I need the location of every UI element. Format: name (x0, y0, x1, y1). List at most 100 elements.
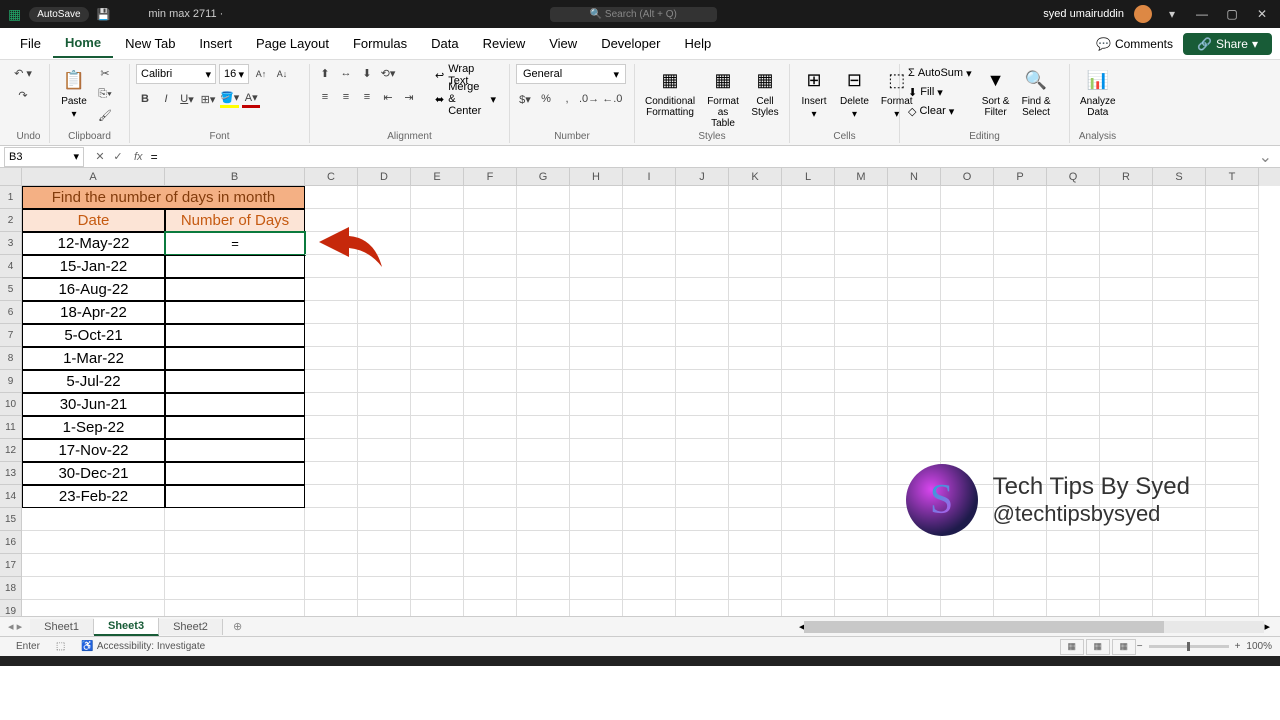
cell-E16[interactable] (411, 531, 464, 554)
cell-R6[interactable] (1100, 301, 1153, 324)
cell-N2[interactable] (888, 209, 941, 232)
cell-E13[interactable] (411, 462, 464, 485)
cell-S8[interactable] (1153, 347, 1206, 370)
cell-K15[interactable] (729, 508, 782, 531)
cell-M17[interactable] (835, 554, 888, 577)
cell-D19[interactable] (358, 600, 411, 616)
cell-A17[interactable] (22, 554, 165, 577)
cell-R7[interactable] (1100, 324, 1153, 347)
align-middle-button[interactable]: ↔ (337, 64, 355, 82)
cell-G16[interactable] (517, 531, 570, 554)
row-header-16[interactable]: 16 (0, 531, 22, 554)
cell-O17[interactable] (941, 554, 994, 577)
cell-P9[interactable] (994, 370, 1047, 393)
sheet-tab-sheet1[interactable]: Sheet1 (30, 619, 94, 635)
cell-C13[interactable] (305, 462, 358, 485)
cell-G10[interactable] (517, 393, 570, 416)
cell-P10[interactable] (994, 393, 1047, 416)
cell-B10[interactable] (165, 393, 305, 416)
cell-Q1[interactable] (1047, 186, 1100, 209)
cell-S18[interactable] (1153, 577, 1206, 600)
cell-C16[interactable] (305, 531, 358, 554)
cell-L10[interactable] (782, 393, 835, 416)
row-header-3[interactable]: 3 (0, 232, 22, 255)
cell-O3[interactable] (941, 232, 994, 255)
cell-G14[interactable] (517, 485, 570, 508)
tab-insert[interactable]: Insert (187, 30, 244, 57)
cell-T5[interactable] (1206, 278, 1259, 301)
row-header-13[interactable]: 13 (0, 462, 22, 485)
cell-B11[interactable] (165, 416, 305, 439)
cell-R3[interactable] (1100, 232, 1153, 255)
cell-C14[interactable] (305, 485, 358, 508)
cell-A11[interactable]: 1-Sep-22 (22, 416, 165, 439)
cell-M1[interactable] (835, 186, 888, 209)
cell-H18[interactable] (570, 577, 623, 600)
cell-G1[interactable] (517, 186, 570, 209)
cell-E10[interactable] (411, 393, 464, 416)
cell-I15[interactable] (623, 508, 676, 531)
cell-L9[interactable] (782, 370, 835, 393)
pagebreak-view-button[interactable]: ▦ (1112, 639, 1136, 655)
cell-J4[interactable] (676, 255, 729, 278)
cell-P19[interactable] (994, 600, 1047, 616)
cell-T2[interactable] (1206, 209, 1259, 232)
cell-T14[interactable] (1206, 485, 1259, 508)
cell-S17[interactable] (1153, 554, 1206, 577)
cell-K1[interactable] (729, 186, 782, 209)
cell-P7[interactable] (994, 324, 1047, 347)
col-header-H[interactable]: H (570, 168, 623, 186)
cell-N5[interactable] (888, 278, 941, 301)
cell-B9[interactable] (165, 370, 305, 393)
cell-P5[interactable] (994, 278, 1047, 301)
cell-H13[interactable] (570, 462, 623, 485)
row-header-19[interactable]: 19 (0, 600, 22, 616)
cell-A4[interactable]: 15-Jan-22 (22, 255, 165, 278)
cell-F8[interactable] (464, 347, 517, 370)
cell-D16[interactable] (358, 531, 411, 554)
align-bottom-button[interactable]: ⬇ (358, 64, 376, 82)
cell-J14[interactable] (676, 485, 729, 508)
col-header-C[interactable]: C (305, 168, 358, 186)
tab-file[interactable]: File (8, 30, 53, 57)
cell-F17[interactable] (464, 554, 517, 577)
cell-L19[interactable] (782, 600, 835, 616)
cell-I17[interactable] (623, 554, 676, 577)
cell-H3[interactable] (570, 232, 623, 255)
cell-E6[interactable] (411, 301, 464, 324)
cell-M6[interactable] (835, 301, 888, 324)
cell-E12[interactable] (411, 439, 464, 462)
cell-D17[interactable] (358, 554, 411, 577)
cell-O18[interactable] (941, 577, 994, 600)
cell-A14[interactable]: 23-Feb-22 (22, 485, 165, 508)
tab-newtab[interactable]: New Tab (113, 30, 187, 57)
cell-I13[interactable] (623, 462, 676, 485)
cell-F5[interactable] (464, 278, 517, 301)
cell-T13[interactable] (1206, 462, 1259, 485)
cell-K10[interactable] (729, 393, 782, 416)
cell-E18[interactable] (411, 577, 464, 600)
cell-N10[interactable] (888, 393, 941, 416)
col-header-S[interactable]: S (1153, 168, 1206, 186)
tab-formulas[interactable]: Formulas (341, 30, 419, 57)
cell-O4[interactable] (941, 255, 994, 278)
number-format-select[interactable]: General▾ (516, 64, 626, 84)
cell-D15[interactable] (358, 508, 411, 531)
enter-formula-button[interactable]: ✓ (110, 150, 126, 163)
cell-Q6[interactable] (1047, 301, 1100, 324)
cell-F11[interactable] (464, 416, 517, 439)
cell-G13[interactable] (517, 462, 570, 485)
cell-H16[interactable] (570, 531, 623, 554)
cell-L12[interactable] (782, 439, 835, 462)
cell-S10[interactable] (1153, 393, 1206, 416)
cell-I2[interactable] (623, 209, 676, 232)
comma-button[interactable]: , (558, 90, 576, 108)
col-header-E[interactable]: E (411, 168, 464, 186)
cell-A8[interactable]: 1-Mar-22 (22, 347, 165, 370)
cell-N18[interactable] (888, 577, 941, 600)
cell-K16[interactable] (729, 531, 782, 554)
cell-K17[interactable] (729, 554, 782, 577)
align-left-button[interactable]: ≡ (316, 88, 334, 106)
cell-R11[interactable] (1100, 416, 1153, 439)
cell-T15[interactable] (1206, 508, 1259, 531)
